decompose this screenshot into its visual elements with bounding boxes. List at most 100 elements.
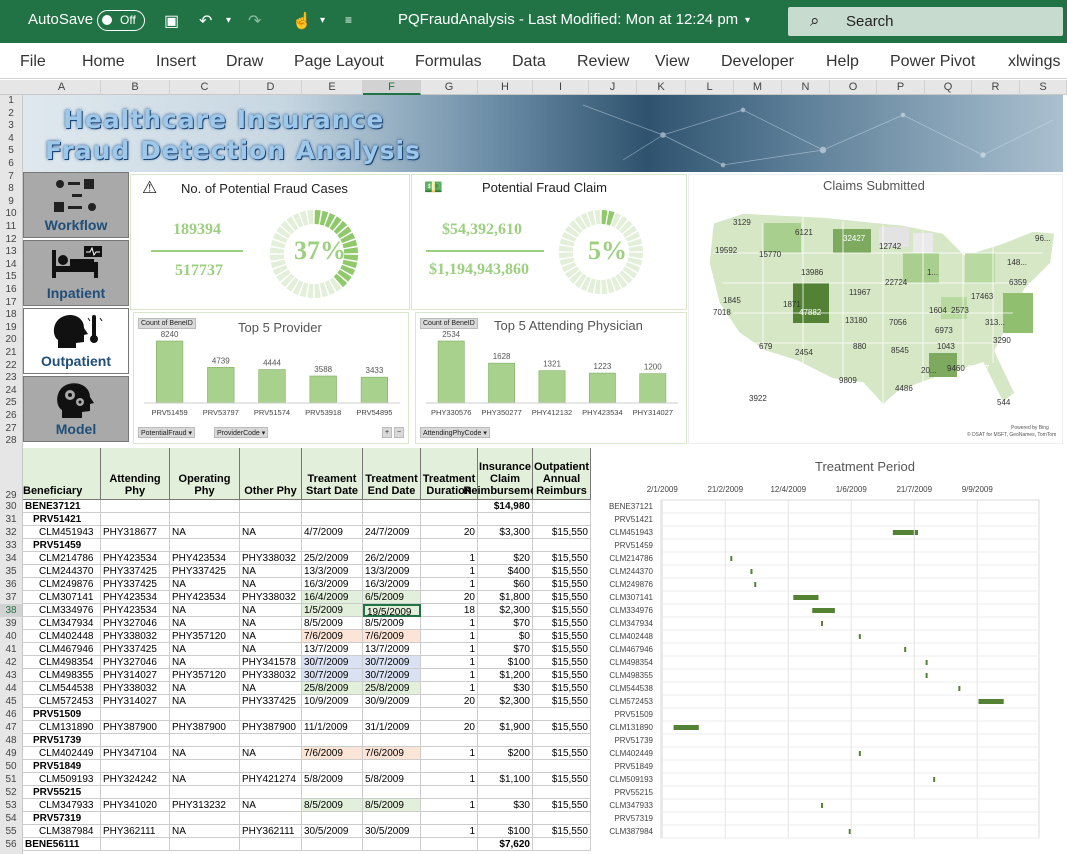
save-icon[interactable]: ▣ [164, 11, 179, 31]
table-cell[interactable] [170, 539, 240, 552]
table-cell[interactable]: PHY313232 [170, 799, 240, 812]
table-cell[interactable]: CLM402449 [23, 747, 101, 760]
physician-bar[interactable] [588, 372, 616, 404]
table-cell[interactable] [302, 500, 363, 513]
table-cell[interactable] [170, 812, 240, 825]
table-cell[interactable]: $3,300 [478, 526, 533, 539]
table-cell[interactable]: PHY337425 [170, 565, 240, 578]
table-cell[interactable] [363, 760, 421, 773]
table-cell[interactable]: PRV55215 [23, 786, 101, 799]
table-cell[interactable] [302, 539, 363, 552]
table-cell[interactable]: $15,550 [533, 799, 591, 812]
table-cell[interactable]: 19/5/2009 [363, 604, 421, 617]
table-cell[interactable] [478, 760, 533, 773]
table-cell[interactable]: CLM467946 [23, 643, 101, 656]
table-cell[interactable]: NA [170, 617, 240, 630]
row-header-9[interactable]: 9 [0, 196, 22, 209]
column-header-M[interactable]: M [734, 80, 782, 95]
table-cell[interactable]: NA [240, 630, 302, 643]
table-cell[interactable] [363, 838, 421, 851]
table-cell[interactable]: 16/3/2009 [302, 578, 363, 591]
row-header-52[interactable]: 52 [0, 786, 22, 799]
table-cell[interactable]: PRV57319 [23, 812, 101, 825]
table-cell[interactable] [533, 812, 591, 825]
table-cell[interactable]: NA [170, 643, 240, 656]
table-cell[interactable] [101, 812, 170, 825]
row-header-48[interactable]: 48 [0, 734, 22, 747]
table-cell[interactable]: 1 [421, 552, 478, 565]
table-cell[interactable]: 18 [421, 604, 478, 617]
table-cell[interactable]: PRV51849 [23, 760, 101, 773]
table-cell[interactable] [478, 539, 533, 552]
table-cell[interactable]: NA [240, 643, 302, 656]
row-header-3[interactable]: 3 [0, 120, 22, 133]
table-cell[interactable]: PHY327046 [101, 656, 170, 669]
row-header-18[interactable]: 18 [0, 309, 22, 322]
table-cell[interactable]: $30 [478, 682, 533, 695]
table-cell[interactable]: PHY423534 [170, 591, 240, 604]
table-cell[interactable]: NA [170, 604, 240, 617]
table-cell[interactable] [302, 760, 363, 773]
table-cell[interactable]: $1,200 [478, 669, 533, 682]
table-cell[interactable]: 7/6/2009 [363, 630, 421, 643]
table-cell[interactable]: NA [170, 656, 240, 669]
table-cell[interactable]: 1 [421, 578, 478, 591]
table-cell[interactable]: 30/7/2009 [363, 669, 421, 682]
table-cell[interactable] [170, 734, 240, 747]
table-cell[interactable]: NA [240, 604, 302, 617]
table-cell[interactable]: PHY362111 [240, 825, 302, 838]
table-cell[interactable]: CLM249876 [23, 578, 101, 591]
tab-page-layout[interactable]: Page Layout [294, 53, 384, 71]
search-box[interactable]: ⌕ Search [788, 7, 1063, 36]
row-header-51[interactable]: 51 [0, 773, 22, 786]
nav-workflow-button[interactable]: Workflow [23, 172, 129, 238]
row-header-19[interactable]: 19 [0, 322, 22, 335]
row-header-7[interactable]: 7 [0, 171, 22, 184]
row-header-29[interactable]: 29 [0, 448, 22, 501]
gantt-bar[interactable] [821, 621, 824, 626]
table-cell[interactable]: PHY337425 [101, 565, 170, 578]
table-cell[interactable] [533, 786, 591, 799]
table-cell[interactable]: NA [170, 825, 240, 838]
table-cell[interactable] [170, 708, 240, 721]
table-cell[interactable] [533, 708, 591, 721]
table-cell[interactable]: PHY421274 [240, 773, 302, 786]
row-header-56[interactable]: 56 [0, 838, 22, 851]
table-cell[interactable]: NA [170, 526, 240, 539]
table-cell[interactable]: CLM498354 [23, 656, 101, 669]
table-cell[interactable]: 1 [421, 656, 478, 669]
row-header-41[interactable]: 41 [0, 643, 22, 656]
row-header-13[interactable]: 13 [0, 246, 22, 259]
table-cell[interactable]: NA [170, 682, 240, 695]
column-header-Q[interactable]: Q [925, 80, 972, 95]
table-cell[interactable] [533, 734, 591, 747]
table-cell[interactable] [421, 539, 478, 552]
nav-outpatient-button[interactable]: Outpatient [23, 308, 129, 374]
table-cell[interactable]: 7/6/2009 [302, 747, 363, 760]
table-cell[interactable]: 31/1/2009 [363, 721, 421, 734]
table-cell[interactable]: NA [240, 617, 302, 630]
table-cell[interactable]: PHY387900 [101, 721, 170, 734]
table-cell[interactable] [363, 513, 421, 526]
table-cell[interactable]: CLM572453 [23, 695, 101, 708]
column-header-D[interactable]: D [240, 80, 302, 95]
table-cell[interactable] [101, 708, 170, 721]
row-header-8[interactable]: 8 [0, 183, 22, 196]
row-header-30[interactable]: 30 [0, 500, 22, 513]
table-cell[interactable]: CLM498355 [23, 669, 101, 682]
table-cell[interactable]: PHY318677 [101, 526, 170, 539]
table-cell[interactable] [101, 513, 170, 526]
table-cell[interactable]: PHY338032 [240, 552, 302, 565]
row-header-5[interactable]: 5 [0, 145, 22, 158]
table-cell[interactable]: 7/6/2009 [363, 747, 421, 760]
column-header-I[interactable]: I [533, 80, 589, 95]
table-cell[interactable]: 13/3/2009 [363, 565, 421, 578]
table-cell[interactable]: $1,900 [478, 721, 533, 734]
row-header-12[interactable]: 12 [0, 234, 22, 247]
column-header-R[interactable]: R [972, 80, 1020, 95]
gantt-bar[interactable] [858, 751, 861, 756]
table-cell[interactable]: PHY314027 [101, 669, 170, 682]
table-cell[interactable]: NA [240, 526, 302, 539]
table-cell[interactable]: 30/7/2009 [302, 656, 363, 669]
table-cell[interactable]: $15,550 [533, 669, 591, 682]
